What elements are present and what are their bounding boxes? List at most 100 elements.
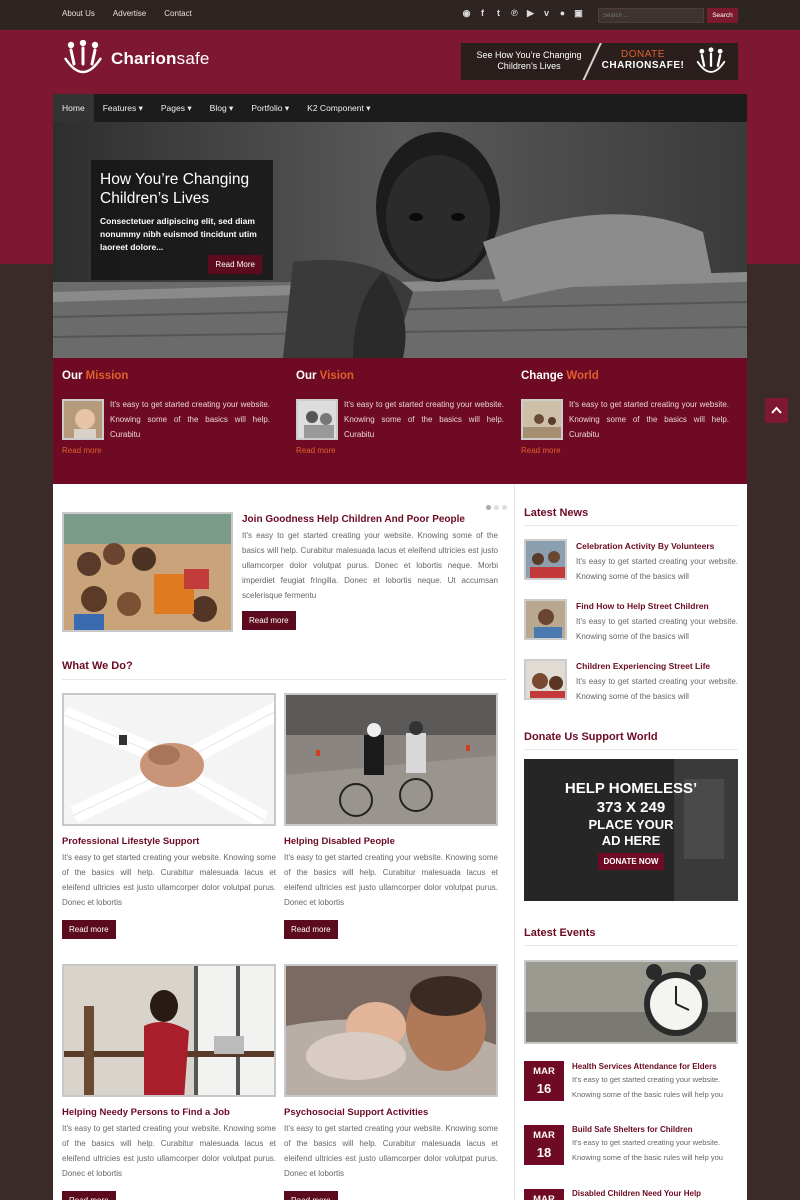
search-button[interactable]: Search bbox=[707, 8, 738, 23]
card-image[interactable] bbox=[284, 964, 498, 1097]
scroll-top-button[interactable] bbox=[765, 398, 788, 423]
hero-slider: How You’re Changing Children’s Lives Con… bbox=[53, 122, 747, 358]
featured-title[interactable]: Join Goodness Help Children And Poor Peo… bbox=[242, 514, 498, 525]
instagram-icon[interactable]: ▣ bbox=[574, 8, 583, 19]
feature-change-world: Change World It's easy to get started cr… bbox=[521, 370, 736, 455]
nav-features[interactable]: Features ▾ bbox=[94, 94, 152, 122]
banner-cta: DONATE CHARIONSAFE! bbox=[601, 49, 685, 71]
card-title[interactable]: Professional Lifestyle Support bbox=[62, 836, 276, 847]
section-rule bbox=[524, 525, 738, 526]
flickr-icon[interactable]: ● bbox=[558, 8, 567, 19]
chevron-down-icon: ▾ bbox=[366, 103, 371, 113]
feature-title: Our Mission bbox=[62, 370, 129, 382]
card-text: It's easy to get started creating your w… bbox=[62, 1124, 276, 1178]
card-image[interactable] bbox=[62, 693, 276, 826]
event-date: MAR 16 bbox=[524, 1061, 564, 1101]
event-title[interactable]: Health Services Attendance for Elders bbox=[572, 1062, 717, 1071]
news-thumbnail[interactable] bbox=[524, 659, 567, 700]
feature-read-more-link[interactable]: Read more bbox=[296, 446, 336, 455]
feature-mission: Our Mission It's easy to get started cre… bbox=[62, 370, 277, 455]
ad-banner[interactable]: HELP HOMELESS’ 373 X 249 PLACE YOUR AD H… bbox=[524, 759, 738, 901]
advertise-link[interactable]: Advertise bbox=[113, 9, 146, 18]
content-area: Join Goodness Help Children And Poor Peo… bbox=[53, 484, 747, 1200]
nav-blog[interactable]: Blog ▾ bbox=[201, 94, 243, 122]
twitter-icon[interactable]: t bbox=[494, 8, 503, 19]
contact-link[interactable]: Contact bbox=[164, 9, 192, 18]
card-read-more-button[interactable]: Read more bbox=[62, 920, 116, 939]
featured-dot[interactable] bbox=[502, 505, 507, 510]
section-rule bbox=[524, 945, 738, 946]
events-image[interactable] bbox=[524, 960, 738, 1044]
top-links: About Us Advertise Contact bbox=[62, 9, 192, 18]
news-title[interactable]: Find How to Help Street Children bbox=[576, 601, 709, 611]
column-divider bbox=[514, 484, 515, 1200]
card-image[interactable] bbox=[284, 693, 498, 826]
social-icons: ◉ f t ℗ ▶ v ● ▣ bbox=[462, 8, 583, 19]
event-date: MAR bbox=[524, 1189, 564, 1200]
card-read-more-button[interactable]: Read more bbox=[284, 1191, 338, 1200]
event-title[interactable]: Build Safe Shelters for Children bbox=[572, 1125, 692, 1134]
feature-title: Our Vision bbox=[296, 370, 354, 382]
feature-text: It's easy to get started creating your w… bbox=[344, 400, 504, 439]
nav-home[interactable]: Home bbox=[53, 94, 94, 122]
card-image[interactable] bbox=[62, 964, 276, 1097]
banner-tagline: See How You’re Changing Children’s Lives bbox=[476, 50, 582, 71]
news-thumbnail[interactable] bbox=[524, 539, 567, 580]
card-title[interactable]: Helping Needy Persons to Find a Job bbox=[62, 1107, 276, 1118]
facebook-icon[interactable]: f bbox=[478, 8, 487, 19]
vimeo-icon[interactable]: v bbox=[542, 8, 551, 19]
nav-portfolio[interactable]: Portfolio ▾ bbox=[242, 94, 298, 122]
feature-read-more-link[interactable]: Read more bbox=[521, 446, 561, 455]
feature-vision: Our Vision It's easy to get started crea… bbox=[296, 370, 511, 455]
search-input[interactable] bbox=[598, 8, 704, 23]
section-rule bbox=[524, 749, 738, 750]
chevron-up-icon bbox=[771, 406, 782, 414]
about-us-link[interactable]: About Us bbox=[62, 9, 95, 18]
logo-text: Charionsafe bbox=[111, 49, 210, 68]
card-professional-lifestyle: Professional Lifestyle Support It's easy… bbox=[62, 836, 276, 910]
rss-icon[interactable]: ◉ bbox=[462, 8, 471, 19]
event-text: It's easy to get started creating your w… bbox=[572, 1075, 723, 1099]
banner-logo-icon bbox=[696, 47, 726, 73]
card-title[interactable]: Helping Disabled People bbox=[284, 836, 498, 847]
featured-image[interactable] bbox=[62, 512, 233, 632]
feature-read-more-link[interactable]: Read more bbox=[62, 446, 102, 455]
site-logo[interactable]: Charionsafe bbox=[62, 40, 210, 78]
card-helping-disabled: Helping Disabled People It's easy to get… bbox=[284, 836, 498, 910]
hero-title: How You’re Changing Children’s Lives bbox=[100, 171, 250, 207]
donate-heading: Donate Us Support World bbox=[524, 731, 658, 743]
news-text: It's easy to get started creating your w… bbox=[576, 557, 738, 581]
feature-title: Change World bbox=[521, 370, 599, 382]
featured-dot[interactable] bbox=[494, 505, 499, 510]
ad-line-2: 373 X 249 bbox=[596, 799, 666, 816]
chevron-down-icon: ▾ bbox=[138, 103, 143, 113]
news-title[interactable]: Celebration Activity By Volunteers bbox=[576, 541, 714, 551]
news-thumbnail[interactable] bbox=[524, 599, 567, 640]
main-container: Home Features ▾ Pages ▾ Blog ▾ Portfolio… bbox=[53, 94, 747, 1200]
chevron-down-icon: ▾ bbox=[187, 103, 192, 113]
feature-thumbnail bbox=[62, 399, 104, 440]
card-text: It's easy to get started creating your w… bbox=[62, 853, 276, 907]
nav-pages[interactable]: Pages ▾ bbox=[152, 94, 201, 122]
card-read-more-button[interactable]: Read more bbox=[62, 1191, 116, 1200]
donate-banner[interactable]: See How You’re Changing Children’s Lives… bbox=[461, 43, 738, 80]
nav-k2-component[interactable]: K2 Component ▾ bbox=[298, 94, 379, 122]
news-text: It's easy to get started creating your w… bbox=[576, 617, 738, 641]
hero-read-more-button[interactable]: Read More bbox=[208, 255, 262, 274]
card-read-more-button[interactable]: Read more bbox=[284, 920, 338, 939]
ad-line-3: PLACE YOUR bbox=[588, 817, 674, 832]
featured-read-more-button[interactable]: Read more bbox=[242, 611, 296, 630]
feature-text: It's easy to get started creating your w… bbox=[110, 400, 270, 439]
featured-text: It's easy to get started creating your w… bbox=[242, 531, 498, 600]
ad-line-4: AD HERE bbox=[601, 833, 661, 848]
ad-line-1: HELP HOMELESS’ bbox=[564, 780, 698, 797]
featured-dot[interactable] bbox=[486, 505, 491, 510]
donate-now-button[interactable]: DONATE NOW bbox=[597, 853, 665, 870]
news-title[interactable]: Children Experiencing Street Life bbox=[576, 661, 710, 671]
card-title[interactable]: Psychosocial Support Activities bbox=[284, 1107, 498, 1118]
event-title[interactable]: Disabled Children Need Your Help bbox=[572, 1189, 701, 1198]
card-psychosocial-support: Psychosocial Support Activities It's eas… bbox=[284, 1107, 498, 1181]
pinterest-icon[interactable]: ℗ bbox=[510, 8, 519, 19]
featured-pagination bbox=[486, 505, 507, 510]
youtube-icon[interactable]: ▶ bbox=[526, 8, 535, 19]
